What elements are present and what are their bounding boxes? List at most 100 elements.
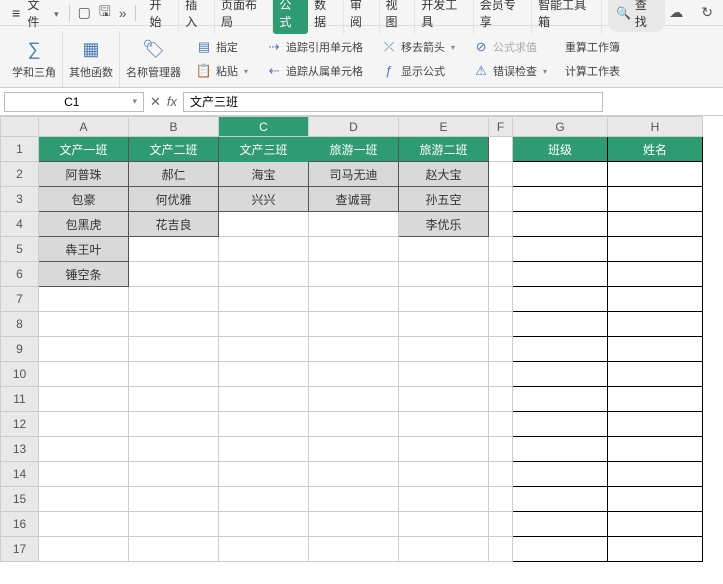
cell-H10[interactable] <box>608 362 703 387</box>
select-all-corner[interactable] <box>1 117 39 137</box>
cell-A16[interactable] <box>39 512 129 537</box>
tab-6[interactable]: 视图 <box>380 0 416 34</box>
tab-2[interactable]: 页面布局 <box>215 0 273 34</box>
cell-A10[interactable] <box>39 362 129 387</box>
row-header-11[interactable]: 11 <box>1 387 39 412</box>
cell-C14[interactable] <box>219 462 309 487</box>
cell-E15[interactable] <box>399 487 489 512</box>
cell-G2[interactable] <box>513 162 608 187</box>
row-header-7[interactable]: 7 <box>1 287 39 312</box>
cell-D9[interactable] <box>309 337 399 362</box>
tab-8[interactable]: 会员专享 <box>474 0 532 34</box>
cell-H5[interactable] <box>608 237 703 262</box>
cell-F9[interactable] <box>489 337 513 362</box>
name-box-input[interactable] <box>11 95 132 109</box>
cell-D14[interactable] <box>309 462 399 487</box>
cell-A5[interactable]: 犇王叶 <box>39 237 129 262</box>
show-formulas-button[interactable]: ƒ显示公式 <box>378 61 458 81</box>
cell-A8[interactable] <box>39 312 129 337</box>
cell-A11[interactable] <box>39 387 129 412</box>
cell-A12[interactable] <box>39 412 129 437</box>
cell-C3[interactable]: 兴兴 <box>219 187 309 212</box>
remove-arrows-button[interactable]: ⤫移去箭头 <box>378 37 458 57</box>
cell-A7[interactable] <box>39 287 129 312</box>
cell-F10[interactable] <box>489 362 513 387</box>
tab-9[interactable]: 智能工具箱 <box>532 0 602 34</box>
cell-A6[interactable]: 锤空条 <box>39 262 129 287</box>
tab-0[interactable]: 开始 <box>144 0 180 34</box>
cell-D17[interactable] <box>309 537 399 562</box>
cell-C4[interactable] <box>219 212 309 237</box>
cell-B11[interactable] <box>129 387 219 412</box>
ribbon-group-other[interactable]: ▦ 其他函数 <box>63 31 120 87</box>
cell-F15[interactable] <box>489 487 513 512</box>
cell-D4[interactable] <box>309 212 399 237</box>
cell-G15[interactable] <box>513 487 608 512</box>
calc-sheet-button[interactable]: 计算工作表 <box>562 61 623 81</box>
row-header-9[interactable]: 9 <box>1 337 39 362</box>
ribbon-group-namemgr[interactable]: 🏷 名称管理器 <box>120 31 187 87</box>
cell-G4[interactable] <box>513 212 608 237</box>
cell-E3[interactable]: 孙五空 <box>399 187 489 212</box>
cell-B14[interactable] <box>129 462 219 487</box>
cell-C11[interactable] <box>219 387 309 412</box>
row-header-8[interactable]: 8 <box>1 312 39 337</box>
col-header-H[interactable]: H <box>608 117 703 137</box>
cell-H8[interactable] <box>608 312 703 337</box>
cell-D7[interactable] <box>309 287 399 312</box>
cell-B10[interactable] <box>129 362 219 387</box>
cell-B7[interactable] <box>129 287 219 312</box>
cell-G10[interactable] <box>513 362 608 387</box>
cell-F12[interactable] <box>489 412 513 437</box>
cell-A4[interactable]: 包黑虎 <box>39 212 129 237</box>
cell-G11[interactable] <box>513 387 608 412</box>
cell-C9[interactable] <box>219 337 309 362</box>
row-header-14[interactable]: 14 <box>1 462 39 487</box>
cell-E12[interactable] <box>399 412 489 437</box>
cell-B2[interactable]: 郝仁 <box>129 162 219 187</box>
cell-C7[interactable] <box>219 287 309 312</box>
cell-B12[interactable] <box>129 412 219 437</box>
cell-B6[interactable] <box>129 262 219 287</box>
cell-C15[interactable] <box>219 487 309 512</box>
cell-G3[interactable] <box>513 187 608 212</box>
cell-G5[interactable] <box>513 237 608 262</box>
overflow-icon[interactable]: » <box>115 3 131 23</box>
cell-F6[interactable] <box>489 262 513 287</box>
cell-F1[interactable] <box>489 137 513 162</box>
cell-B13[interactable] <box>129 437 219 462</box>
col-header-E[interactable]: E <box>399 117 489 137</box>
tab-7[interactable]: 开发工具 <box>415 0 473 34</box>
cell-E13[interactable] <box>399 437 489 462</box>
cell-C8[interactable] <box>219 312 309 337</box>
fx-icon[interactable]: fx <box>167 94 177 109</box>
cell-G6[interactable] <box>513 262 608 287</box>
cell-C12[interactable] <box>219 412 309 437</box>
cell-H1[interactable]: 姓名 <box>608 137 703 162</box>
cell-C16[interactable] <box>219 512 309 537</box>
cell-F17[interactable] <box>489 537 513 562</box>
cell-H3[interactable] <box>608 187 703 212</box>
row-header-3[interactable]: 3 <box>1 187 39 212</box>
cell-H2[interactable] <box>608 162 703 187</box>
cell-D12[interactable] <box>309 412 399 437</box>
cell-G9[interactable] <box>513 337 608 362</box>
cell-H17[interactable] <box>608 537 703 562</box>
refresh-icon[interactable]: ↻ <box>697 2 717 23</box>
cell-H6[interactable] <box>608 262 703 287</box>
tab-5[interactable]: 审阅 <box>344 0 380 34</box>
cell-B5[interactable] <box>129 237 219 262</box>
cell-E5[interactable] <box>399 237 489 262</box>
cell-H11[interactable] <box>608 387 703 412</box>
cell-A2[interactable]: 阿普珠 <box>39 162 129 187</box>
row-header-6[interactable]: 6 <box>1 262 39 287</box>
cell-F16[interactable] <box>489 512 513 537</box>
recalc-book-button[interactable]: 重算工作簿 <box>562 37 623 57</box>
ribbon-group-trig[interactable]: ∑ 学和三角 <box>6 31 63 87</box>
cell-H12[interactable] <box>608 412 703 437</box>
row-header-5[interactable]: 5 <box>1 237 39 262</box>
cell-G17[interactable] <box>513 537 608 562</box>
cell-F13[interactable] <box>489 437 513 462</box>
cell-F5[interactable] <box>489 237 513 262</box>
cell-B9[interactable] <box>129 337 219 362</box>
